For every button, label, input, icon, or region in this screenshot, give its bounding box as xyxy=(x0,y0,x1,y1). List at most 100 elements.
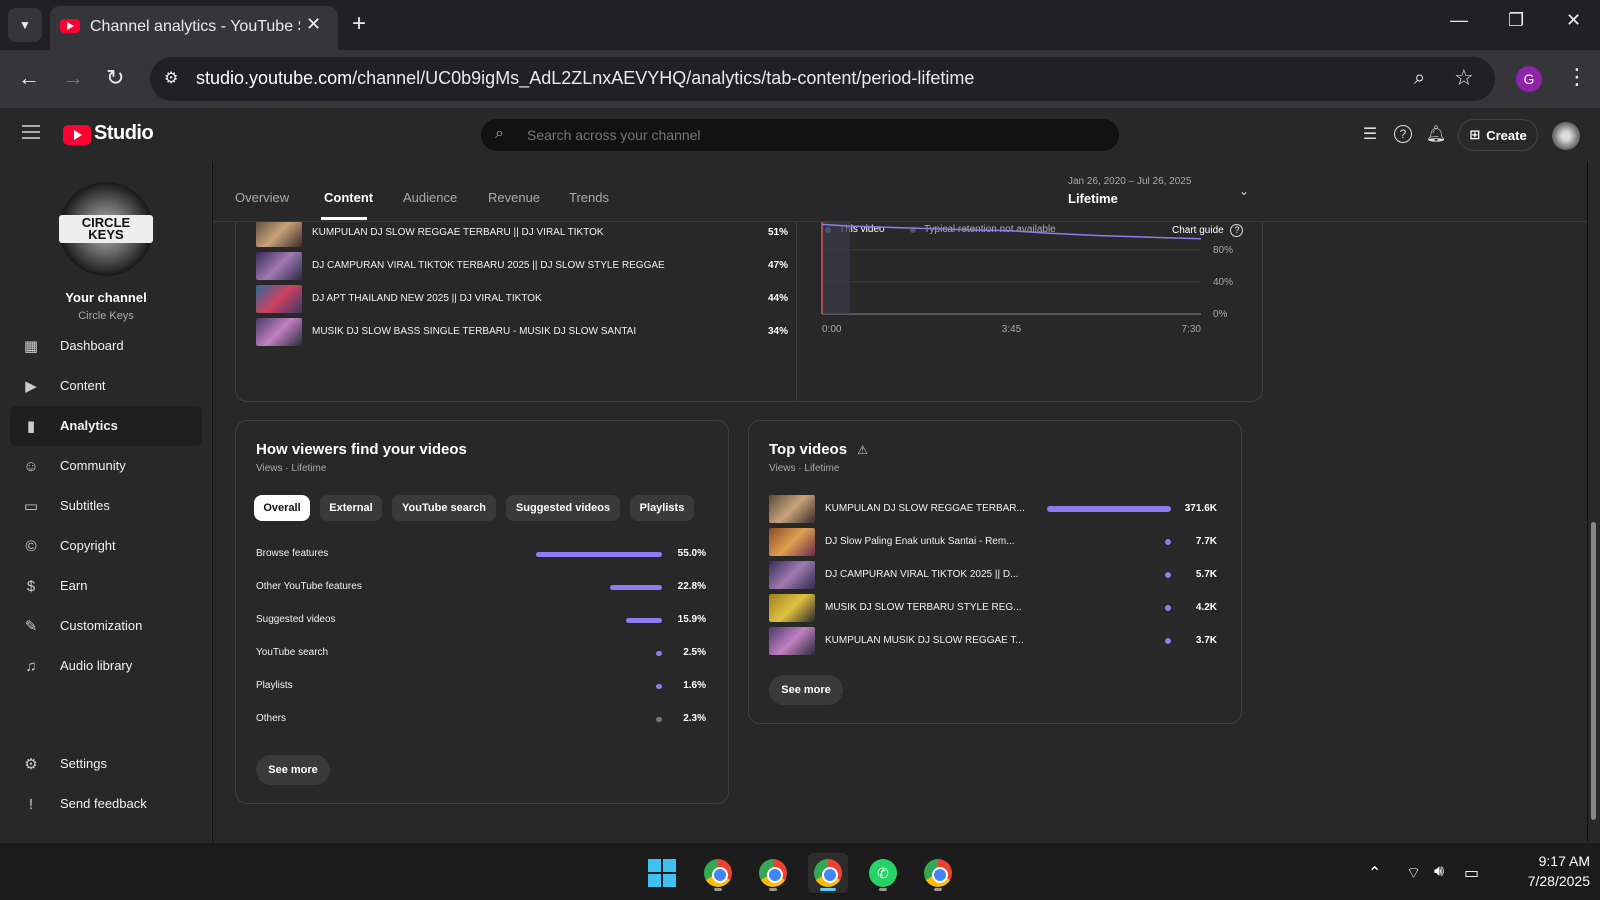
help-icon[interactable]: ? xyxy=(1393,124,1413,144)
sidebar-item-dashboard[interactable]: ▦ Dashboard xyxy=(10,326,202,366)
retention-row[interactable]: DJ APT THAILAND NEW 2025 || DJ VIRAL TIK… xyxy=(256,285,788,313)
sidebar-item-content[interactable]: ▶ Content xyxy=(10,366,202,406)
traffic-source-row[interactable]: Playlists 1.6% xyxy=(256,677,708,697)
search-box[interactable]: ⌕ xyxy=(480,118,1120,152)
channel-avatar-text: CIRCLE KEYS xyxy=(59,215,153,243)
sidebar-item-audio-library[interactable]: ♫ Audio library xyxy=(10,646,202,686)
search-input[interactable] xyxy=(527,127,1087,143)
tab-content[interactable]: Content xyxy=(324,190,373,205)
channel-avatar[interactable]: CIRCLE KEYS xyxy=(59,182,153,276)
chrome-app-4[interactable] xyxy=(918,853,958,893)
tab-search-button[interactable]: ▼ xyxy=(8,8,42,42)
retention-row[interactable]: KUMPULAN DJ SLOW REGGAE TERBARU || DJ VI… xyxy=(256,219,788,247)
account-avatar[interactable] xyxy=(1552,122,1580,150)
battery-icon[interactable]: ▭ xyxy=(1464,863,1479,883)
retention-row[interactable]: MUSIK DJ SLOW BASS SINGLE TERBARU - MUSI… xyxy=(256,318,788,346)
retention-row[interactable]: DJ CAMPURAN VIRAL TIKTOK TERBARU 2025 ||… xyxy=(256,252,788,280)
subtitles-icon: ▭ xyxy=(23,498,39,515)
scrollbar[interactable] xyxy=(1588,162,1600,842)
traffic-source-value: 2.3% xyxy=(683,713,706,724)
clock-date[interactable]: 7/28/2025 xyxy=(1500,873,1590,889)
create-button[interactable]: ⊞ Create xyxy=(1458,119,1538,151)
address-bar[interactable]: ⚙ studio.youtube.com/channel/UC0b9igMs_A… xyxy=(150,57,1495,101)
chrome-app-3[interactable] xyxy=(808,853,848,893)
hamburger-menu-icon[interactable] xyxy=(22,125,40,139)
top-video-row[interactable]: KUMPULAN DJ SLOW REGGAE TERBAR... 371.6K xyxy=(769,495,1221,523)
traffic-source-row[interactable]: YouTube search 2.5% xyxy=(256,644,708,664)
sidebar-item-earn[interactable]: $ Earn xyxy=(10,566,202,606)
chrome-icon xyxy=(924,859,952,887)
top-video-row[interactable]: MUSIK DJ SLOW TERBARU STYLE REG... 4.2K xyxy=(769,594,1221,622)
top-video-row[interactable]: KUMPULAN MUSIK DJ SLOW REGGAE T... 3.7K xyxy=(769,627,1221,655)
sidebar-item-label: Dashboard xyxy=(60,338,124,353)
wifi-icon[interactable]: ⌔ xyxy=(1406,863,1421,883)
comments-icon[interactable]: ☰ xyxy=(1360,124,1380,144)
card-title: How viewers find your videos xyxy=(256,441,467,458)
top-video-row[interactable]: DJ Slow Paling Enak untuk Santai - Rem..… xyxy=(769,528,1221,556)
browser-menu-icon[interactable]: ⋮ xyxy=(1566,64,1588,90)
chip-overall[interactable]: Overall xyxy=(254,495,310,521)
sidebar-item-send-feedback[interactable]: ! Send feedback xyxy=(10,784,202,824)
sidebar-item-copyright[interactable]: © Copyright xyxy=(10,526,202,566)
zoom-icon[interactable]: ⌕ xyxy=(1414,67,1425,90)
chip-playlists[interactable]: Playlists xyxy=(630,495,694,521)
sidebar-item-subtitles[interactable]: ▭ Subtitles xyxy=(10,486,202,526)
video-thumbnail xyxy=(256,318,302,346)
sidebar-item-settings[interactable]: ⚙ Settings xyxy=(10,744,202,784)
tab-audience[interactable]: Audience xyxy=(403,190,457,205)
chrome-app-1[interactable] xyxy=(698,853,738,893)
tray-chevron-up-icon[interactable]: ⌃ xyxy=(1368,863,1381,883)
back-icon[interactable]: ← xyxy=(18,65,40,91)
chip-external[interactable]: External xyxy=(320,495,382,521)
tab-close-icon[interactable]: ✕ xyxy=(306,14,321,35)
browser-tab[interactable]: Channel analytics - YouTube Studio ✕ xyxy=(50,6,338,50)
chevron-down-icon[interactable]: ⌄ xyxy=(1239,184,1249,198)
traffic-source-bar xyxy=(536,552,662,557)
chip-suggested-videos[interactable]: Suggested videos xyxy=(506,495,620,521)
sidebar-item-customization[interactable]: ✎ Customization xyxy=(10,606,202,646)
period-range[interactable]: Jan 26, 2020 – Jul 26, 2025 xyxy=(1068,176,1191,187)
window-close-icon[interactable]: ✕ xyxy=(1566,10,1581,31)
youtube-logo-icon[interactable] xyxy=(63,125,91,145)
reload-icon[interactable]: ↻ xyxy=(106,65,124,91)
scrollbar-thumb[interactable] xyxy=(1591,522,1596,820)
top-video-row[interactable]: DJ CAMPURAN VIRAL TIKTOK 2025 || D... 5.7… xyxy=(769,561,1221,589)
forward-icon[interactable]: → xyxy=(62,65,84,91)
traffic-source-row[interactable]: Other YouTube features 22.8% xyxy=(256,578,708,598)
restore-icon[interactable]: ❐ xyxy=(1508,10,1524,31)
sidebar-item-community[interactable]: ☺ Community xyxy=(10,446,202,486)
warning-icon[interactable]: ⚠ xyxy=(857,443,868,457)
browser-profile-avatar[interactable]: G xyxy=(1516,66,1542,92)
volume-icon[interactable]: 🔊︎ xyxy=(1434,863,1444,881)
top-video-bar xyxy=(1165,539,1171,545)
sidebar-item-label: Customization xyxy=(60,618,143,633)
new-tab-button[interactable]: + xyxy=(352,10,366,38)
traffic-source-row[interactable]: Browse features 55.0% xyxy=(256,545,708,565)
y-tick-label: 40% xyxy=(1213,277,1233,288)
sidebar-item-analytics[interactable]: ▮ Analytics xyxy=(10,406,202,446)
top-video-views: 3.7K xyxy=(1195,635,1217,646)
notifications-bell-icon[interactable]: 🔔︎ xyxy=(1426,124,1446,144)
period-label[interactable]: Lifetime xyxy=(1068,191,1118,206)
tab-trends[interactable]: Trends xyxy=(569,190,609,205)
site-info-icon[interactable]: ⚙ xyxy=(164,68,184,88)
clock-time[interactable]: 9:17 AM xyxy=(1510,853,1590,869)
bookmark-star-icon[interactable]: ☆ xyxy=(1454,65,1474,91)
top-video-bar xyxy=(1165,605,1171,611)
studio-brand[interactable]: Studio xyxy=(94,122,154,145)
retention-chart[interactable]: 120%80%40%0%0:003:457:30i xyxy=(806,202,1254,382)
see-more-button[interactable]: See more xyxy=(256,755,330,785)
taskbar-indicator xyxy=(879,888,887,891)
sidebar: CIRCLE KEYS Your channel Circle Keys ▦ D… xyxy=(0,162,212,842)
see-more-button[interactable]: See more xyxy=(769,675,843,705)
chrome-app-2[interactable] xyxy=(753,853,793,893)
traffic-source-row[interactable]: Others 2.3% xyxy=(256,710,708,730)
minimize-icon[interactable]: — xyxy=(1450,10,1468,31)
windows-start-button[interactable] xyxy=(642,853,682,893)
chip-youtube-search[interactable]: YouTube search xyxy=(392,495,496,521)
tab-revenue[interactable]: Revenue xyxy=(488,190,540,205)
tab-overview[interactable]: Overview xyxy=(235,190,289,205)
card-subtitle: Views · Lifetime xyxy=(769,463,840,474)
whatsapp-app[interactable]: ✆ xyxy=(863,853,903,893)
traffic-source-row[interactable]: Suggested videos 15.9% xyxy=(256,611,708,631)
